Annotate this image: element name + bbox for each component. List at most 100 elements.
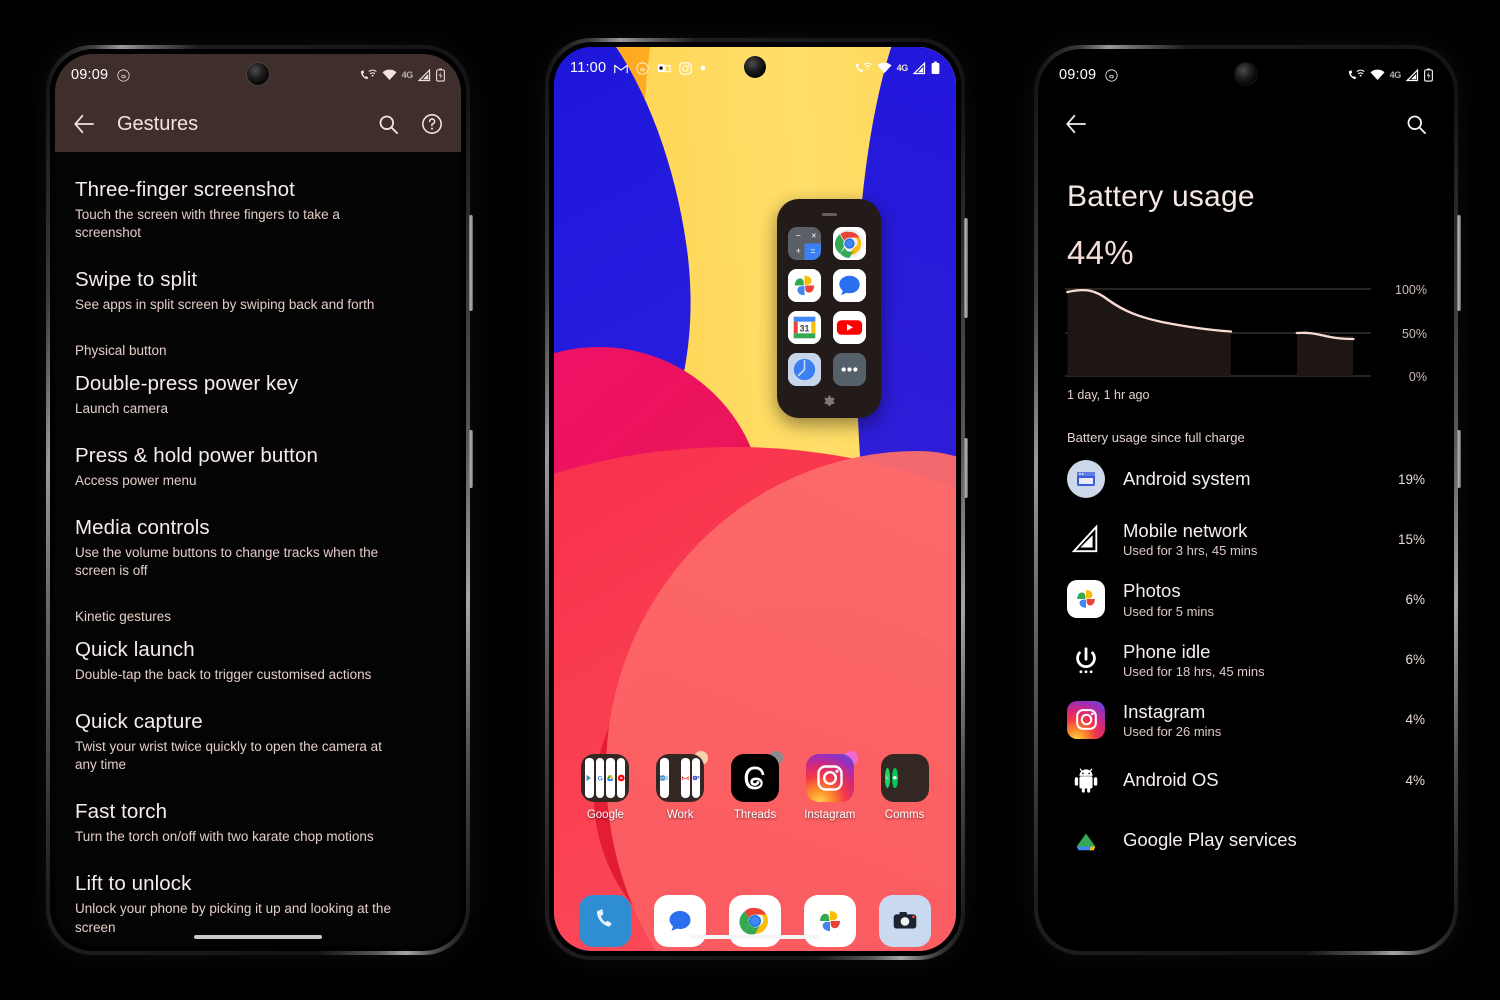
list-item[interactable]: Three-finger screenshot Touch the screen… — [75, 166, 441, 256]
list-item[interactable]: Quick capture Twist your wrist twice qui… — [75, 698, 441, 788]
volume-button-middle-phone[interactable] — [964, 218, 968, 318]
status-bar-left: 09:09 4G — [55, 54, 461, 96]
messages-icon[interactable] — [654, 895, 707, 947]
table-row[interactable]: Photos Used for 5 mins 6% — [1043, 569, 1449, 629]
search-icon[interactable] — [1406, 114, 1427, 135]
volume-button-right-phone[interactable] — [1457, 215, 1461, 311]
power-button-left-phone[interactable] — [469, 430, 473, 488]
photos-icon[interactable] — [803, 895, 856, 947]
app-instagram[interactable]: Instagram — [799, 751, 861, 821]
list-item[interactable]: Press & hold power button Access power m… — [75, 432, 441, 504]
messages-icon[interactable] — [833, 268, 866, 302]
chart-area-fill-2 — [1297, 333, 1331, 376]
folder-icon-google[interactable]: G — [581, 754, 630, 802]
battery-usage-list[interactable]: Android system 19% Mobile network Used f… — [1043, 449, 1449, 946]
photos-icon[interactable] — [788, 268, 821, 302]
gestures-list[interactable]: Three-finger screenshot Touch the screen… — [55, 152, 461, 946]
gesture-subtitle: Unlock your phone by picking it up and l… — [75, 901, 391, 935]
usage-app-name: Photos — [1123, 580, 1181, 602]
folder-icon-work[interactable]: T — [656, 754, 705, 802]
home-gesture-bar[interactable] — [690, 935, 820, 939]
widget-settings-row[interactable] — [777, 395, 881, 410]
google-search-icon: G — [595, 758, 605, 798]
home-gesture-bar[interactable] — [194, 935, 322, 939]
back-arrow-icon[interactable] — [1065, 114, 1087, 134]
y-tick-100: 100% — [1395, 283, 1427, 297]
svg-text:−: − — [796, 230, 801, 240]
phone-middle: 11:00 4G − × + = 31 G Google T Work Thre… — [545, 38, 968, 960]
drag-handle[interactable] — [821, 213, 837, 216]
help-icon[interactable] — [421, 113, 443, 135]
table-row[interactable]: Phone idle Used for 18 hrs, 45 mins 6% — [1043, 630, 1449, 690]
instagram-icon — [679, 61, 692, 75]
list-item[interactable]: Swipe to split See apps in split screen … — [75, 256, 441, 328]
table-row[interactable]: Android system 19% — [1043, 449, 1449, 509]
folder-icon-comms[interactable] — [880, 754, 929, 802]
more-icon[interactable] — [833, 352, 866, 386]
phone-icon[interactable] — [579, 895, 632, 947]
phone-right-screen: 09:09 4G Battery usage 44% 100% 50% 0% 1… — [1043, 54, 1449, 946]
line-icon — [892, 768, 898, 788]
status-time: 09:09 — [1059, 67, 1097, 83]
camera-icon[interactable] — [878, 895, 931, 947]
app-work-folder[interactable]: T Work — [649, 751, 711, 821]
widget-app-grid: − × + = 31 — [777, 226, 881, 386]
table-row[interactable]: Google Play services — [1043, 810, 1449, 859]
calendar-icon[interactable]: 31 — [788, 310, 821, 344]
list-item[interactable]: Fast torch Turn the torch on/off with tw… — [75, 788, 441, 860]
status-time: 09:09 — [71, 67, 109, 83]
photos-icon — [1067, 580, 1105, 619]
clock-icon[interactable] — [788, 352, 821, 386]
gear-icon[interactable] — [822, 395, 837, 410]
list-item[interactable]: Media controls Use the volume buttons to… — [75, 504, 441, 594]
battery-icon — [436, 68, 445, 82]
usage-app-name: Google Play services — [1123, 829, 1297, 851]
chrome-icon[interactable] — [728, 895, 781, 947]
calculator-icon[interactable]: − × + = — [788, 226, 821, 260]
empty-slot — [671, 758, 680, 798]
section-header-since-full-charge: Battery usage since full charge — [1067, 430, 1245, 445]
chart-area-fill-3 — [1330, 336, 1354, 376]
youtube-icon[interactable] — [833, 310, 866, 344]
gesture-title: Fast torch — [75, 800, 168, 824]
instagram-icon[interactable] — [805, 754, 854, 802]
status-time: 11:00 — [570, 60, 607, 76]
gestures-top-area: 09:09 4G Gestures — [55, 54, 461, 152]
app-google-folder[interactable]: G Google — [574, 754, 636, 821]
front-camera-notch — [744, 56, 766, 78]
chart-svg — [1065, 288, 1371, 377]
list-item[interactable]: Lift to unlock Unlock your phone by pick… — [75, 860, 441, 946]
power-idle-icon — [1067, 641, 1105, 679]
volume-button-left-phone[interactable] — [469, 215, 473, 311]
battery-icon — [931, 61, 940, 75]
empty-slot — [913, 758, 924, 798]
table-row[interactable]: Mobile network Used for 3 hrs, 45 mins 1… — [1043, 509, 1449, 569]
app-threads[interactable]: Threads — [724, 751, 786, 821]
battery-history-chart: 100% 50% 0% — [1043, 272, 1449, 384]
teams-icon: T — [691, 758, 701, 798]
threads-icon — [636, 61, 649, 75]
gesture-subtitle: Touch the screen with three fingers to t… — [75, 207, 340, 241]
table-row[interactable]: Instagram Used for 26 mins 4% — [1043, 690, 1449, 750]
list-item[interactable]: Double-press power key Launch camera — [75, 360, 441, 432]
chrome-icon[interactable] — [833, 226, 866, 260]
threads-icon[interactable] — [730, 754, 779, 802]
search-icon[interactable] — [378, 114, 399, 135]
instagram-icon — [1067, 700, 1105, 739]
gesture-subtitle: Use the volume buttons to change tracks … — [75, 545, 379, 579]
gesture-subtitle: See apps in split screen by swiping back… — [75, 297, 375, 313]
back-arrow-icon[interactable] — [73, 114, 95, 134]
status-bar-right: 09:09 4G — [1043, 54, 1449, 96]
chart-y-axis: 100% 50% 0% — [1371, 283, 1429, 384]
power-button-right-phone[interactable] — [1457, 430, 1461, 488]
usage-app-name: Mobile network — [1123, 520, 1248, 541]
youtube-music-icon — [616, 758, 626, 798]
table-row[interactable]: Android OS 4% — [1043, 750, 1449, 810]
whatsapp-icon — [884, 768, 891, 788]
floating-app-drawer-widget[interactable]: − × + = 31 — [777, 199, 881, 418]
list-item[interactable]: Quick launch Double-tap the back to trig… — [75, 626, 441, 698]
gestures-appbar: Gestures — [55, 96, 461, 152]
app-comms-folder[interactable]: Comms — [874, 754, 936, 821]
front-camera-notch — [247, 63, 269, 85]
power-button-middle-phone[interactable] — [964, 438, 968, 498]
